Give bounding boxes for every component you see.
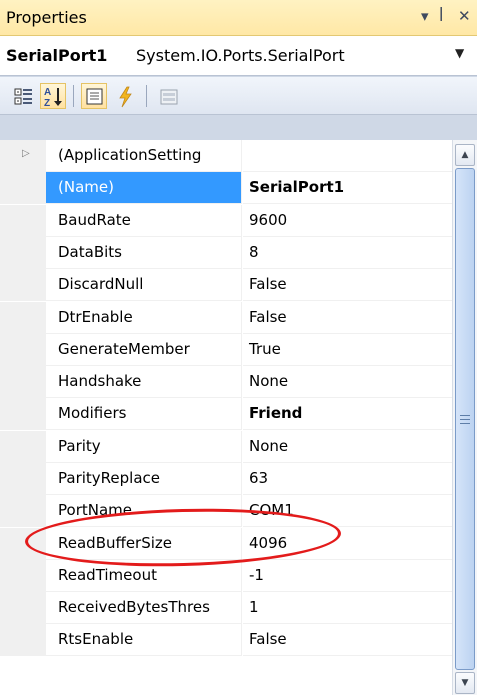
events-button[interactable] bbox=[112, 83, 138, 109]
row-margin bbox=[0, 172, 46, 204]
property-name[interactable]: GenerateMember bbox=[46, 334, 242, 366]
property-pages-icon bbox=[160, 89, 178, 105]
categorized-icon bbox=[14, 88, 32, 105]
vertical-scrollbar[interactable]: ▲ ▼ bbox=[452, 140, 477, 695]
property-value[interactable]: COM1 bbox=[243, 495, 452, 527]
row-margin bbox=[0, 269, 46, 301]
property-name[interactable]: (ApplicationSetting bbox=[46, 140, 242, 172]
toolbar-separator bbox=[73, 85, 74, 107]
object-name: SerialPort1 bbox=[6, 46, 108, 65]
property-value[interactable]: -1 bbox=[243, 560, 452, 592]
row-margin bbox=[0, 237, 46, 269]
property-row[interactable]: BaudRate 9600 bbox=[0, 205, 452, 237]
row-margin bbox=[0, 398, 46, 430]
property-name[interactable]: ReadBufferSize bbox=[46, 528, 242, 560]
row-margin bbox=[0, 463, 46, 495]
property-grid: ▷ (ApplicationSetting (Name) SerialPort1 Bau… bbox=[0, 140, 452, 695]
property-value[interactable] bbox=[243, 140, 452, 172]
expand-icon[interactable]: ▷ bbox=[22, 148, 30, 159]
property-row[interactable]: (Name) SerialPort1 bbox=[0, 172, 452, 204]
scroll-up-icon[interactable]: ▲ bbox=[455, 144, 475, 166]
property-name[interactable]: ParityReplace bbox=[46, 463, 242, 495]
property-value[interactable]: False bbox=[243, 302, 452, 334]
alphabetical-icon: A Z bbox=[44, 87, 62, 109]
property-value[interactable]: None bbox=[243, 431, 452, 463]
events-icon bbox=[119, 86, 132, 108]
object-type: System.IO.Ports.SerialPort bbox=[136, 46, 345, 65]
row-margin bbox=[0, 624, 46, 656]
property-row[interactable]: ReadTimeout -1 bbox=[0, 560, 452, 592]
properties-icon bbox=[86, 88, 103, 105]
property-row[interactable]: ▷ (ApplicationSetting bbox=[0, 140, 452, 172]
row-margin bbox=[0, 431, 46, 463]
property-row[interactable]: ReadBufferSize 4096 bbox=[0, 528, 452, 560]
property-value[interactable]: False bbox=[243, 269, 452, 301]
row-margin: ▷ bbox=[0, 140, 46, 172]
row-margin bbox=[0, 302, 46, 334]
property-name[interactable]: PortName bbox=[46, 495, 242, 527]
property-name[interactable]: DtrEnable bbox=[46, 302, 242, 334]
toolbar: A Z bbox=[0, 77, 477, 115]
property-row[interactable]: RtsEnable False bbox=[0, 624, 452, 656]
property-pages-button[interactable] bbox=[155, 83, 181, 109]
property-value[interactable]: True bbox=[243, 334, 452, 366]
property-row[interactable]: ReceivedBytesThres 1 bbox=[0, 592, 452, 624]
property-row[interactable]: DiscardNull False bbox=[0, 269, 452, 301]
property-value[interactable]: 63 bbox=[243, 463, 452, 495]
chevron-down-icon[interactable]: ▼ bbox=[455, 46, 464, 60]
property-name[interactable]: ReceivedBytesThres bbox=[46, 592, 242, 624]
dropdown-arrow-icon[interactable]: ▾ bbox=[421, 7, 429, 25]
svg-text:Z: Z bbox=[44, 98, 50, 109]
property-row[interactable]: Handshake None bbox=[0, 366, 452, 398]
property-name[interactable]: Parity bbox=[46, 431, 242, 463]
title-bar: Properties ▾ ꟾ ✕ bbox=[0, 0, 477, 36]
properties-window: Properties ▾ ꟾ ✕ SerialPort1 System.IO.P… bbox=[0, 0, 477, 695]
property-value[interactable]: SerialPort1 bbox=[243, 172, 452, 204]
grip-icon bbox=[460, 415, 470, 424]
object-selector[interactable]: SerialPort1 System.IO.Ports.SerialPort ▼ bbox=[0, 36, 477, 76]
window-title: Properties bbox=[6, 8, 87, 27]
row-margin bbox=[0, 592, 46, 624]
row-margin bbox=[0, 495, 46, 527]
close-icon[interactable]: ✕ bbox=[458, 7, 471, 25]
pin-icon[interactable]: ꟾ bbox=[439, 7, 443, 25]
property-name[interactable]: DataBits bbox=[46, 237, 242, 269]
alphabetical-button[interactable]: A Z bbox=[40, 83, 66, 109]
row-margin bbox=[0, 528, 46, 560]
properties-button[interactable] bbox=[81, 83, 107, 109]
property-row[interactable]: DataBits 8 bbox=[0, 237, 452, 269]
scroll-down-icon[interactable]: ▼ bbox=[455, 672, 475, 694]
property-row[interactable]: DtrEnable False bbox=[0, 302, 452, 334]
property-value[interactable]: 1 bbox=[243, 592, 452, 624]
property-value[interactable]: 8 bbox=[243, 237, 452, 269]
property-row[interactable]: ParityReplace 63 bbox=[0, 463, 452, 495]
property-name[interactable]: BaudRate bbox=[46, 205, 242, 237]
row-margin bbox=[0, 560, 46, 592]
property-name[interactable]: (Name) bbox=[46, 172, 242, 204]
property-name[interactable]: ReadTimeout bbox=[46, 560, 242, 592]
row-margin bbox=[0, 366, 46, 398]
property-value[interactable]: False bbox=[243, 624, 452, 656]
property-value[interactable]: 4096 bbox=[243, 528, 452, 560]
property-value[interactable]: Friend bbox=[243, 398, 452, 430]
property-name[interactable]: RtsEnable bbox=[46, 624, 242, 656]
property-name[interactable]: DiscardNull bbox=[46, 269, 242, 301]
property-name[interactable]: Handshake bbox=[46, 366, 242, 398]
property-value[interactable]: None bbox=[243, 366, 452, 398]
categorized-button[interactable] bbox=[10, 83, 36, 109]
property-row[interactable]: GenerateMember True bbox=[0, 334, 452, 366]
row-margin bbox=[0, 334, 46, 366]
property-name[interactable]: Modifiers bbox=[46, 398, 242, 430]
row-margin bbox=[0, 205, 46, 237]
property-row[interactable]: PortName COM1 bbox=[0, 495, 452, 527]
svg-text:A: A bbox=[44, 87, 51, 98]
property-row[interactable]: Modifiers Friend bbox=[0, 398, 452, 430]
property-value[interactable]: 9600 bbox=[243, 205, 452, 237]
toolbar-separator bbox=[146, 85, 147, 107]
property-row[interactable]: Parity None bbox=[0, 431, 452, 463]
scrollbar-thumb[interactable] bbox=[455, 168, 475, 670]
